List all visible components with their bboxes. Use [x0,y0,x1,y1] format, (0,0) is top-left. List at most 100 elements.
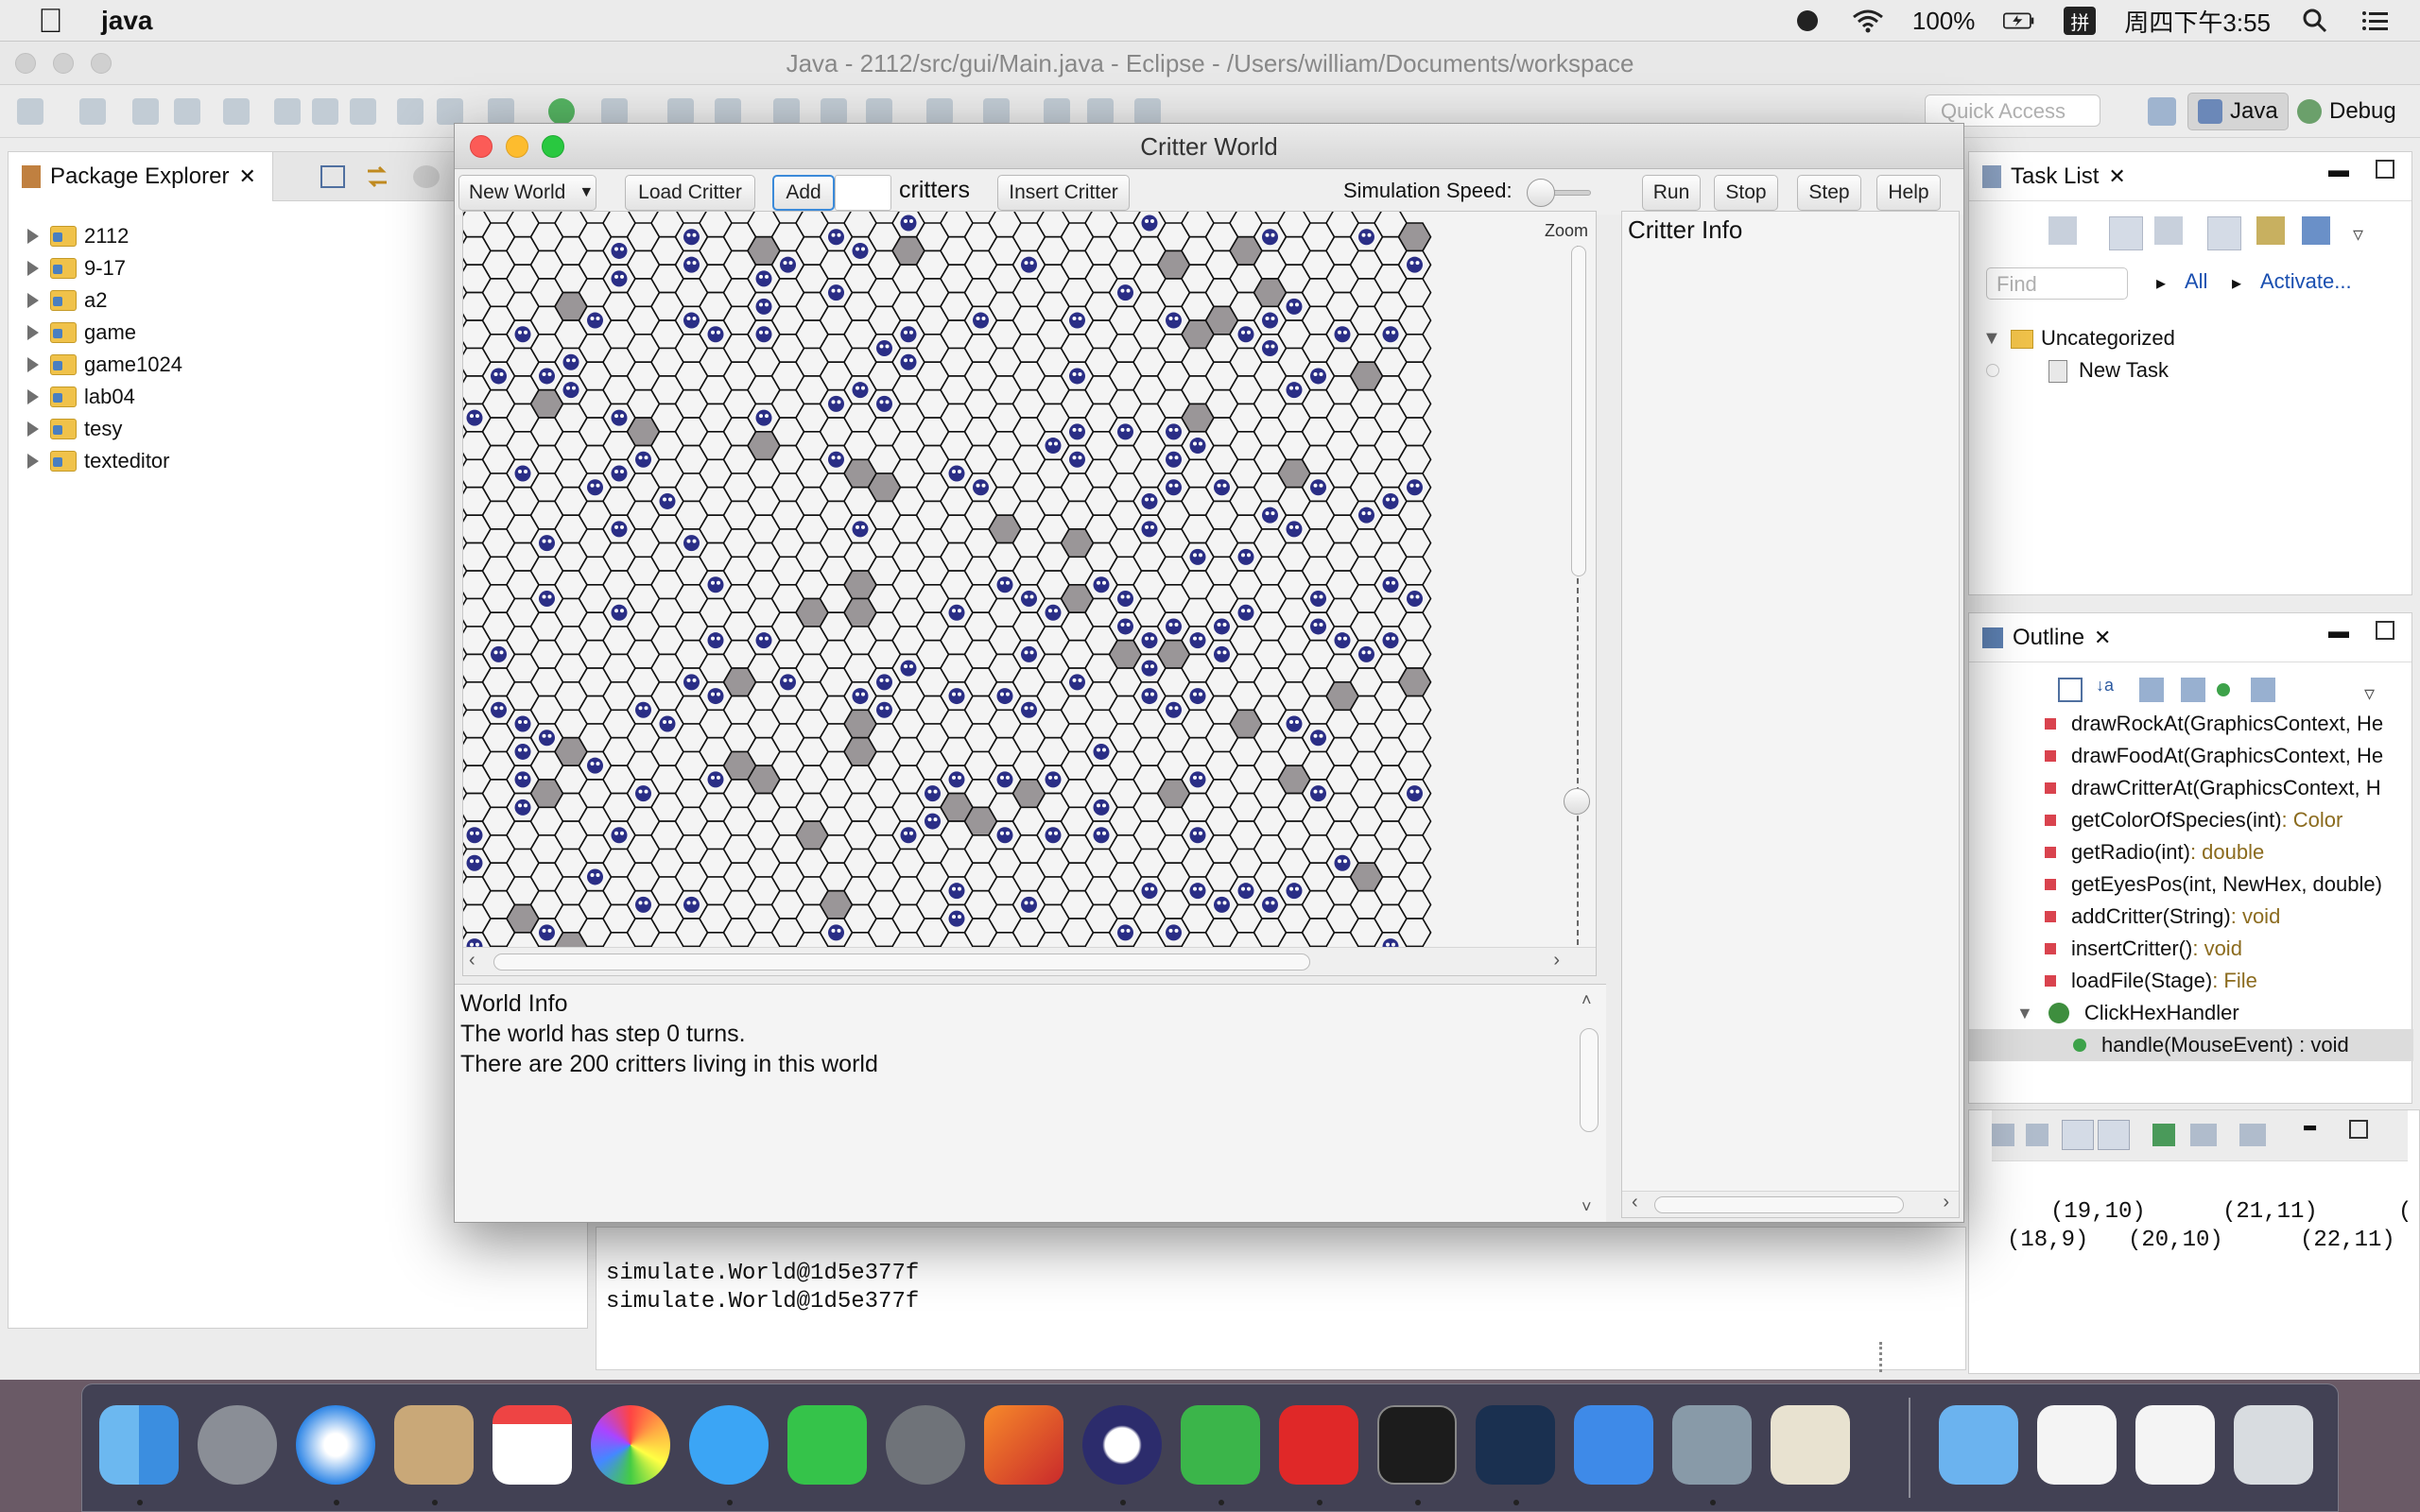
critter[interactable] [683,312,700,329]
outline-item[interactable]: loadFile(Stage) : File [2045,965,2257,997]
critter[interactable] [1021,896,1037,913]
outline-item[interactable]: insertCritter() : void [2045,933,2242,965]
critter[interactable] [491,701,507,718]
critter[interactable] [1382,492,1399,509]
hex-cell[interactable] [1397,833,1432,865]
toolbar-icon[interactable] [2239,1124,2266,1146]
photos-icon[interactable] [591,1405,670,1485]
hex-cell[interactable] [1397,361,1432,391]
critter[interactable] [1214,645,1230,662]
critter[interactable] [1093,827,1110,844]
critter[interactable] [1021,591,1037,608]
critter[interactable] [1382,576,1399,593]
applications-folder-icon[interactable] [1939,1405,2018,1485]
forward-icon[interactable] [1087,98,1114,125]
critter[interactable] [514,799,531,816]
hide-nonpublic-icon[interactable] [2217,683,2230,696]
collapse-all-icon[interactable] [2058,678,2083,702]
xcode-icon[interactable] [1574,1405,1653,1485]
critter[interactable] [1141,660,1158,677]
critter[interactable] [1166,618,1182,635]
run-icon[interactable] [548,98,575,125]
close-tab-icon[interactable]: ✕ [2108,164,2125,189]
critter[interactable] [707,576,724,593]
collapse-triangle-icon[interactable]: ▼ [1982,328,2001,350]
sort-icon[interactable]: ↓a [2096,676,2122,704]
critter[interactable] [1407,479,1423,496]
critter[interactable] [514,771,531,788]
documents-stack-icon[interactable] [2135,1405,2215,1485]
skip-breakpoints-icon[interactable] [223,98,250,125]
minimize-icon[interactable]: ▬ [2304,1114,2316,1138]
critter[interactable] [1358,229,1374,246]
hex-cell[interactable] [1397,417,1432,447]
critter[interactable] [852,688,869,705]
eclipse-dock-icon[interactable] [1082,1405,1162,1485]
refresh-icon[interactable] [715,98,741,125]
critter[interactable] [635,701,651,718]
critter[interactable] [1310,479,1326,496]
launchpad-icon[interactable] [198,1405,277,1485]
critter[interactable] [876,674,892,691]
tree-item-game1024[interactable]: game1024 [27,349,182,381]
open-type-icon[interactable] [773,98,800,125]
critter[interactable] [539,924,555,941]
load-critter-button[interactable]: Load Critter [625,175,755,211]
save-icon[interactable] [132,98,159,125]
expand-triangle-icon[interactable] [27,325,39,340]
critter[interactable] [828,924,844,941]
scheduled-icon[interactable] [2154,216,2183,245]
critter[interactable] [780,256,796,273]
rock-hex[interactable] [1397,222,1432,252]
expand-triangle-icon[interactable] [27,454,39,469]
next-annotation-icon[interactable] [983,98,1010,125]
critter[interactable] [1189,883,1206,900]
critter[interactable] [1069,451,1085,468]
critter[interactable] [1262,312,1278,329]
wifi-icon[interactable] [1852,7,1884,35]
critter[interactable] [973,479,989,496]
critter[interactable] [1189,438,1206,455]
outline-item[interactable]: drawCritterAt(GraphicsContext, H [2045,772,2381,804]
critter[interactable] [1407,785,1423,802]
safari-icon[interactable] [296,1405,375,1485]
critter[interactable] [1310,618,1326,635]
outline-item[interactable]: getColorOfSpecies(int) : Color [2045,804,2342,836]
critter[interactable] [539,591,555,608]
new-task-icon[interactable] [2048,216,2077,245]
run-external-tools-icon[interactable] [601,98,628,125]
critter[interactable] [635,451,651,468]
expand-triangle-icon[interactable] [27,389,39,404]
critter[interactable] [1069,368,1085,385]
critter[interactable] [707,771,724,788]
critter[interactable] [900,326,917,343]
all-link[interactable]: All [2185,269,2207,294]
critter[interactable] [1093,576,1110,593]
apple-menu-icon[interactable]:  [38,0,63,42]
critter[interactable] [1141,521,1158,538]
critter[interactable] [1310,591,1326,608]
critter[interactable] [466,854,483,871]
maximize-icon[interactable] [2349,1120,2368,1139]
add-button[interactable]: Add [772,175,835,211]
task-label[interactable]: New Task [2079,358,2169,383]
critter[interactable] [1045,771,1062,788]
critter[interactable] [1189,827,1206,844]
netease-music-icon[interactable] [1279,1405,1358,1485]
step-into-icon[interactable] [437,98,463,125]
critter[interactable] [1310,785,1326,802]
hex-world-canvas[interactable]: Zoom ‹ › [462,211,1597,976]
hex-cell[interactable] [1397,918,1432,948]
critter[interactable] [876,340,892,357]
critter[interactable] [1069,674,1085,691]
input-method-indicator[interactable]: 拼 [2064,7,2097,35]
console-view[interactable]: simulate.World@1d5e377f simulate.World@1… [596,1227,1966,1370]
toolbar-icon[interactable] [2026,1124,2048,1146]
critter[interactable] [1286,883,1303,900]
critter[interactable] [659,492,676,509]
zoom-window-button[interactable] [542,135,564,158]
expand-triangle-icon[interactable] [27,229,39,244]
outline-title[interactable]: Outline [2013,625,2084,651]
critter[interactable] [996,688,1013,705]
critter[interactable] [466,409,483,426]
